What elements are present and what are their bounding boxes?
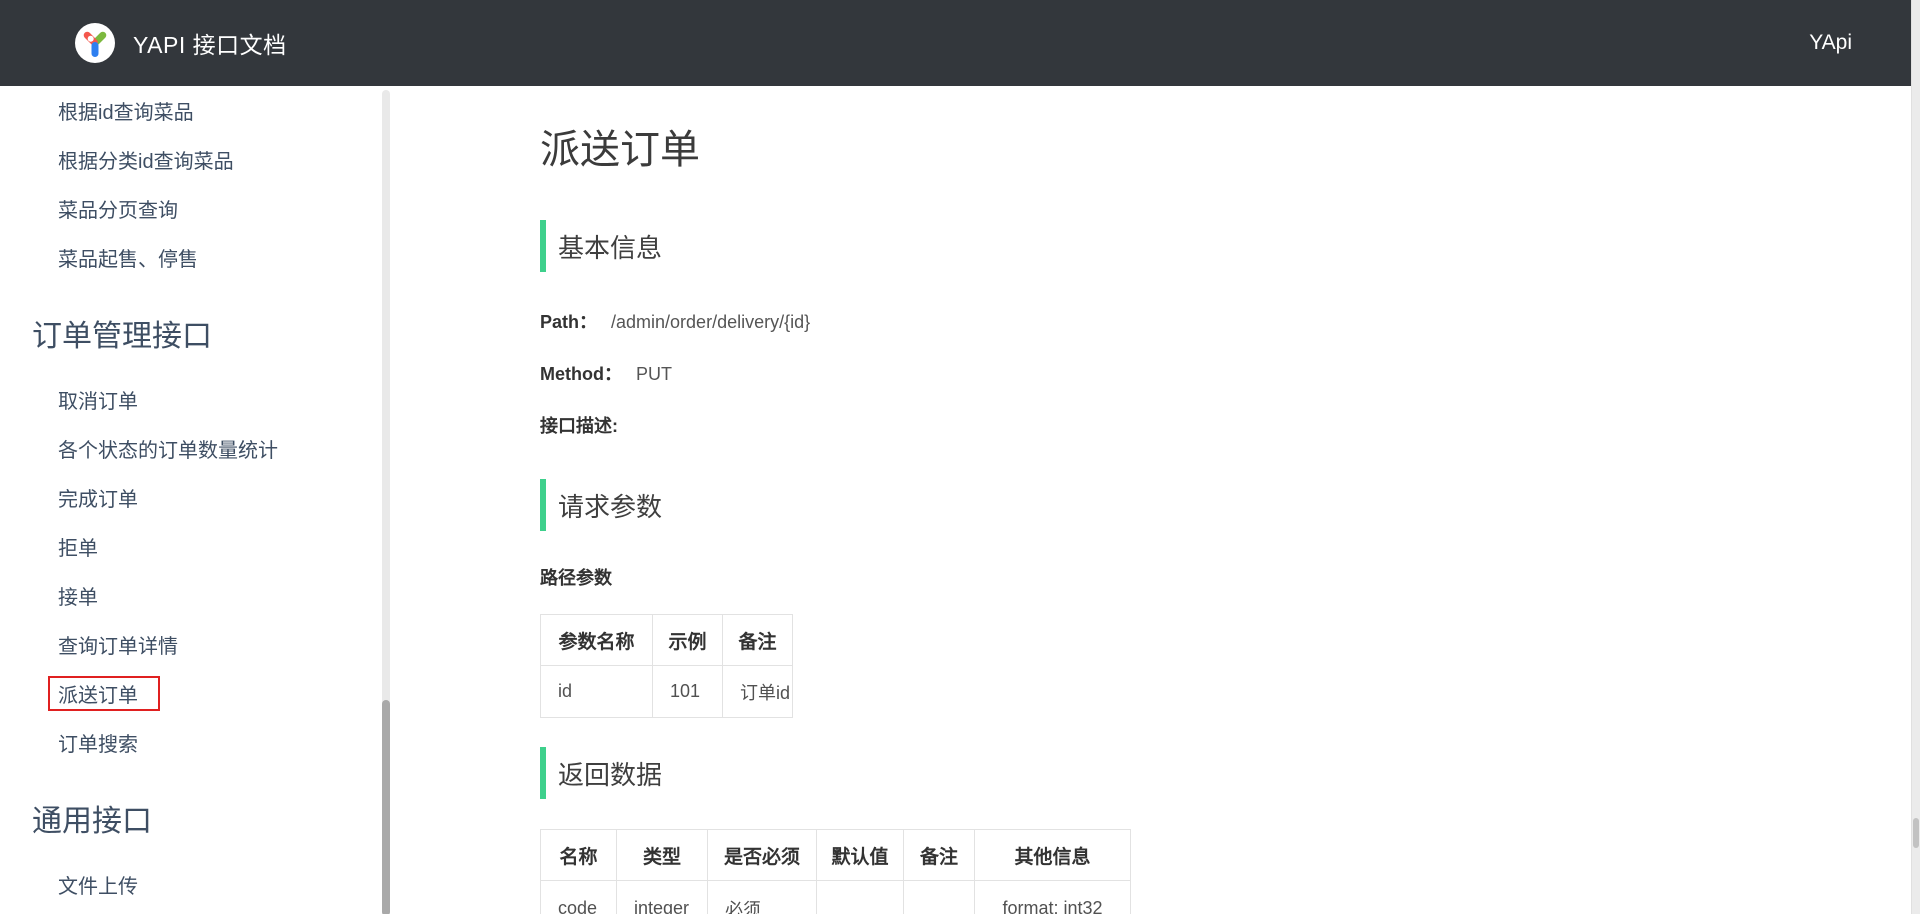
sidebar-item[interactable]: 订单搜索 (0, 718, 380, 767)
sidebar-item[interactable]: 取消订单 (0, 375, 380, 424)
table-cell (817, 881, 904, 914)
sidebar-item[interactable]: 派送订单 (0, 669, 380, 718)
path-params-subheading: 路径参数 (540, 568, 1180, 588)
sidebar-item-label: 派送订单 (48, 676, 160, 711)
table-header-cell: 是否必须 (708, 830, 817, 881)
sidebar-item-label: 菜品起售、停售 (58, 243, 198, 272)
sidebar-item-label: 菜品分页查询 (58, 194, 178, 223)
sidebar-item-label: 各个状态的订单数量统计 (58, 434, 278, 463)
sidebar-item[interactable]: 拒单 (0, 522, 380, 571)
table-cell: id (541, 666, 653, 718)
sidebar-scrollbar-thumb[interactable] (382, 700, 390, 914)
sidebar-item[interactable]: 根据分类id查询菜品 (0, 135, 380, 184)
path-label: Path： (540, 312, 597, 332)
table-header-row: 名称类型是否必须默认值备注其他信息 (541, 830, 1131, 881)
sidebar-item[interactable]: 根据id查询菜品 (0, 86, 380, 135)
sidebar-item-label: 订单管理接口 (32, 311, 212, 355)
table-header-cell: 其他信息 (975, 830, 1131, 881)
page-title: 派送订单 (540, 128, 1180, 172)
sidebar-item-label: 根据id查询菜品 (58, 96, 194, 125)
sidebar-item-label: 订单搜索 (58, 728, 138, 757)
page-scrollbar-thumb[interactable] (1913, 818, 1919, 848)
sidebar-item-label: 查询订单详情 (58, 630, 178, 659)
doc-content: 派送订单 基本信息 Path： /admin/order/delivery/{id… (540, 86, 1180, 914)
table-cell (904, 881, 975, 914)
app-header: YAPI 接口文档 YApi (0, 0, 1911, 86)
table-header-cell: 名称 (541, 830, 617, 881)
table-header-cell: 类型 (617, 830, 708, 881)
sidebar-item-label: 取消订单 (58, 385, 138, 414)
sidebar-item[interactable]: 文件上传 (0, 860, 380, 909)
sidebar-item-label: 文件上传 (58, 870, 138, 899)
section-heading-label: 基本信息 (558, 228, 662, 265)
response-data-table: 名称类型是否必须默认值备注其他信息codeinteger必须format: in… (540, 829, 1131, 914)
sidebar-nav: 根据id查询菜品根据分类id查询菜品菜品分页查询菜品起售、停售订单管理接口取消订… (0, 86, 380, 914)
section-heading-label: 返回数据 (558, 755, 662, 792)
section-heading-label: 请求参数 (558, 487, 662, 524)
table-header-cell: 备注 (723, 615, 793, 666)
table-cell: code (541, 881, 617, 914)
section-heading-request-params: 请求参数 (540, 479, 1180, 531)
page-scrollbar-track[interactable] (1911, 0, 1920, 914)
table-header-cell: 示例 (653, 615, 723, 666)
sidebar-item[interactable]: 完成订单 (0, 473, 380, 522)
sidebar-section-heading[interactable]: 订单管理接口 (0, 303, 380, 363)
table-row: codeinteger必须 format: int32 (541, 881, 1131, 914)
sidebar-item[interactable]: 各个状态的订单数量统计 (0, 424, 380, 473)
description-row: 接口描述: (540, 416, 1180, 436)
table-header-cell: 参数名称 (541, 615, 653, 666)
table-header-row: 参数名称示例备注 (541, 615, 793, 666)
section-heading-response-data: 返回数据 (540, 747, 1180, 799)
method-value: PUT (636, 364, 672, 384)
method-label: Method： (540, 364, 622, 384)
sidebar-item[interactable]: 查询订单详情 (0, 620, 380, 669)
table-row: id101订单id (541, 666, 793, 718)
sidebar-item-label: 接单 (58, 581, 98, 610)
sidebar-item-label: 完成订单 (58, 483, 138, 512)
table-cell: 101 (653, 666, 723, 718)
sidebar-item-label: 根据分类id查询菜品 (58, 145, 234, 174)
app-title: YAPI 接口文档 (133, 0, 287, 86)
sidebar-item-label: 拒单 (58, 532, 98, 561)
table-cell: 订单id (723, 666, 793, 718)
table-cell: 必须 (708, 881, 817, 914)
table-cell: format: int32 (975, 881, 1131, 914)
yapi-doc-page: YAPI 接口文档 YApi 根据id查询菜品根据分类id查询菜品菜品分页查询菜… (0, 0, 1920, 914)
sidebar-item[interactable]: 菜品分页查询 (0, 184, 380, 233)
sidebar-item-label: 通用接口 (32, 796, 152, 840)
method-row: Method： PUT (540, 364, 1180, 384)
sidebar-section-heading[interactable]: 通用接口 (0, 788, 380, 848)
table-cell: integer (617, 881, 708, 914)
sidebar-item[interactable]: 菜品起售、停售 (0, 233, 380, 282)
yapi-logo-icon (75, 23, 115, 63)
path-params-table: 参数名称示例备注id101订单id (540, 614, 793, 718)
table-header-cell: 备注 (904, 830, 975, 881)
section-heading-basic-info: 基本信息 (540, 220, 1180, 272)
path-value: /admin/order/delivery/{id} (611, 312, 810, 332)
path-row: Path： /admin/order/delivery/{id} (540, 312, 1180, 332)
description-label: 接口描述: (540, 416, 618, 436)
header-right-link[interactable]: YApi (1809, 0, 1852, 86)
table-header-cell: 默认值 (817, 830, 904, 881)
sidebar-item[interactable]: 接单 (0, 571, 380, 620)
